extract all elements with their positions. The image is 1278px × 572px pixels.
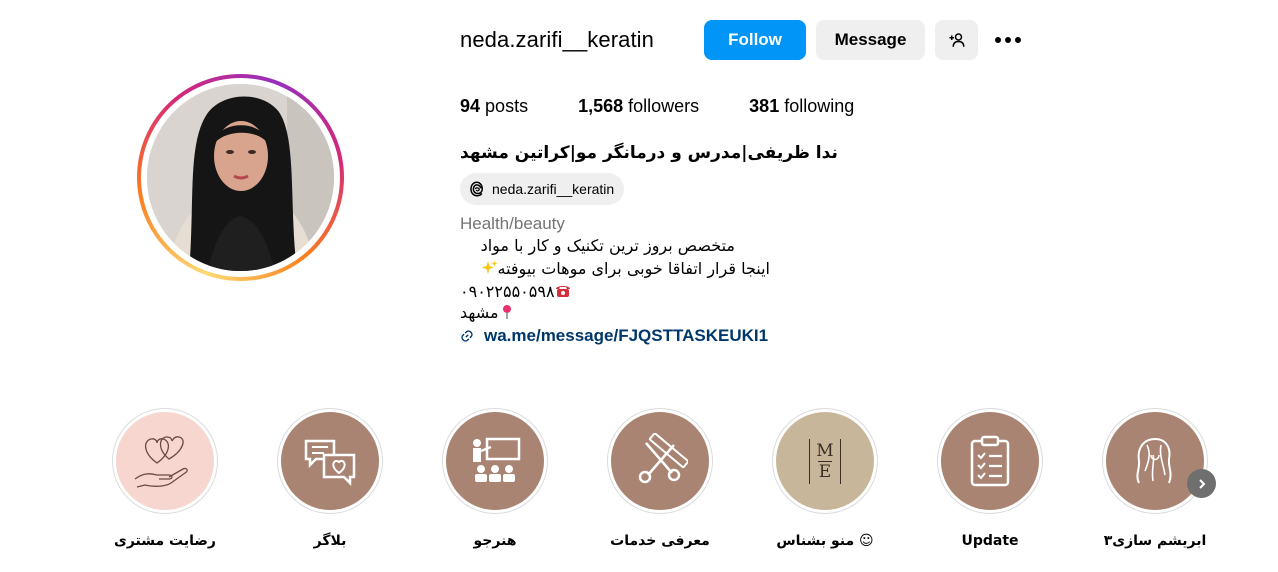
more-options-button[interactable] bbox=[990, 24, 1026, 56]
highlight-ring bbox=[442, 408, 548, 514]
chevron-right-icon bbox=[1198, 478, 1205, 489]
full-name: ندا ظریفی|مدرس و درمانگر مو|کراتین مشهد bbox=[460, 143, 838, 163]
posts-value: 94 bbox=[460, 96, 481, 116]
follow-button[interactable]: Follow bbox=[704, 20, 806, 60]
bio-line-4: مشهد bbox=[460, 303, 515, 322]
bio-line-1: متخصص بروز ترین تکنیک و کار با مواد bbox=[460, 236, 735, 255]
highlight-cover bbox=[1106, 412, 1204, 510]
avatar-gap bbox=[141, 78, 340, 277]
chat-heart-icon bbox=[304, 439, 356, 487]
highlight-cover bbox=[281, 412, 379, 510]
link-icon bbox=[460, 329, 474, 343]
highlight-cover bbox=[446, 412, 544, 510]
following-value: 381 bbox=[749, 96, 780, 116]
threads-badge[interactable]: neda.zarifi__keratin bbox=[460, 173, 625, 205]
hand-hearts-icon bbox=[134, 436, 188, 488]
bio-text-2: اینجا قرار اتفاقا خوبی برای موهات بیوفته bbox=[497, 259, 771, 278]
following-count[interactable]: 381 following bbox=[749, 96, 854, 117]
bio-line-2: اینجا قرار اتفاقا خوبی برای موهات بیوفته bbox=[460, 259, 770, 278]
highlight-label: هنرجو bbox=[473, 533, 517, 549]
highlight-ring bbox=[1102, 408, 1208, 514]
highlight-ring bbox=[937, 408, 1043, 514]
highlight-item[interactable]: Update bbox=[925, 408, 1055, 549]
suggested-accounts-button[interactable] bbox=[935, 20, 978, 60]
followers-count[interactable]: 1,568 followers bbox=[578, 96, 699, 117]
followers-value: 1,568 bbox=[578, 96, 624, 116]
highlight-item[interactable]: بلاگر bbox=[265, 408, 395, 549]
telephone-icon bbox=[555, 286, 570, 297]
story-highlights: ابریشم سازی۳ Update M E منو بشناس ☺ معرف… bbox=[0, 408, 1278, 568]
highlight-cover bbox=[941, 412, 1039, 510]
highlight-ring bbox=[112, 408, 218, 514]
highlight-label: معرفی خدمات bbox=[610, 533, 710, 549]
highlight-item[interactable]: هنرجو bbox=[430, 408, 560, 549]
highlight-label: منو بشناس ☺ bbox=[776, 533, 874, 549]
profile-stats: 94 posts 1,568 followers 381 following bbox=[460, 96, 904, 117]
me-logo-icon: M E bbox=[809, 438, 841, 484]
clipboard-icon bbox=[970, 435, 1010, 487]
avatar[interactable] bbox=[147, 84, 334, 271]
highlight-cover bbox=[611, 412, 709, 510]
highlight-cover bbox=[116, 412, 214, 510]
followers-label: followers bbox=[628, 96, 700, 116]
bio-text-1: متخصص بروز ترین تکنیک و کار با مواد bbox=[480, 236, 735, 255]
highlight-ring bbox=[607, 408, 713, 514]
pin-icon bbox=[502, 305, 511, 319]
add-user-icon bbox=[949, 33, 964, 47]
posts-count: 94 posts bbox=[460, 96, 528, 117]
highlight-item[interactable]: معرفی خدمات bbox=[595, 408, 725, 549]
following-label: following bbox=[784, 96, 855, 116]
external-link-text: wa.me/message/FJQSTTASKEUKI1 bbox=[484, 326, 769, 345]
highlight-cover: M E bbox=[776, 412, 874, 510]
external-link[interactable]: wa.me/message/FJQSTTASKEUKI1 bbox=[460, 326, 768, 346]
bio-city: مشهد bbox=[460, 303, 499, 322]
profile-header: neda.zarifi__keratin bbox=[460, 20, 654, 60]
sparkles-icon bbox=[481, 260, 497, 274]
scissors-comb-icon bbox=[638, 433, 688, 484]
hair-icon bbox=[1136, 438, 1172, 484]
avatar-photo bbox=[147, 84, 334, 271]
category-label: Health/beauty bbox=[460, 214, 565, 233]
highlight-label: رضایت مشتری bbox=[114, 533, 216, 549]
me-logo-bottom: E bbox=[818, 461, 832, 482]
bio-line-3: ۰۹۰۲۲۵۵۰۵۹۸ bbox=[460, 282, 571, 301]
highlight-ring bbox=[277, 408, 383, 514]
highlight-item[interactable]: رضایت مشتری bbox=[100, 408, 230, 549]
threads-icon bbox=[468, 180, 486, 198]
profile-avatar-ring[interactable] bbox=[137, 74, 344, 281]
bio-phone: ۰۹۰۲۲۵۵۰۵۹۸ bbox=[460, 282, 555, 301]
message-button[interactable]: Message bbox=[816, 20, 925, 60]
highlight-label: ابریشم سازی۳ bbox=[1103, 533, 1207, 549]
posts-label: posts bbox=[485, 96, 529, 116]
highlights-next-button[interactable] bbox=[1187, 469, 1216, 498]
me-logo-top: M bbox=[816, 440, 834, 461]
threads-handle: neda.zarifi__keratin bbox=[492, 181, 615, 197]
highlight-ring: M E bbox=[772, 408, 878, 514]
highlight-label: Update bbox=[961, 533, 1019, 549]
more-options-icon bbox=[995, 37, 1021, 43]
highlight-item[interactable]: M E منو بشناس ☺ bbox=[760, 408, 890, 549]
classroom-icon bbox=[473, 437, 521, 482]
highlight-label: بلاگر bbox=[313, 533, 347, 549]
username: neda.zarifi__keratin bbox=[460, 27, 655, 52]
